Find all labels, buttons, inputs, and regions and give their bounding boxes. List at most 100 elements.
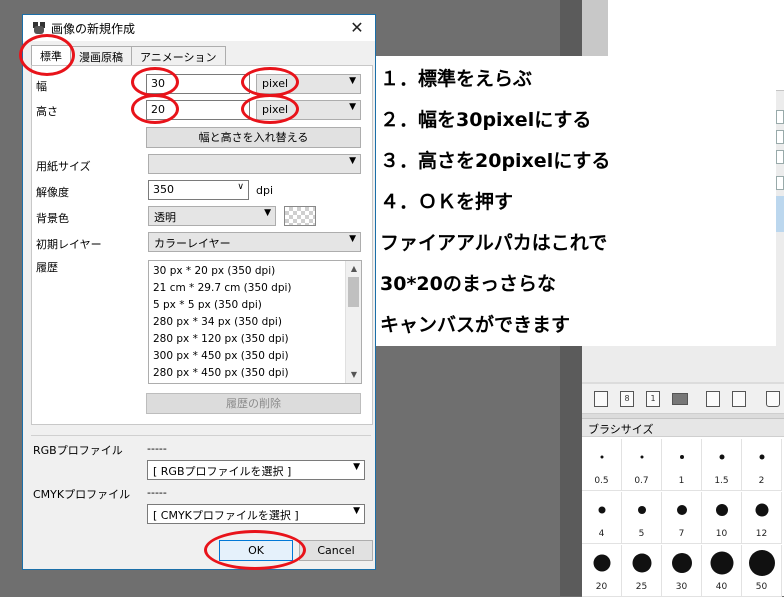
brush-size-cell[interactable]: 12 [742,492,782,544]
rgb-profile-label: RGBプロファイル [33,444,123,457]
cmyk-profile-select-value: [ CMYKプロファイルを選択 ] [153,509,299,522]
clear-history-button[interactable]: 履歴の削除 [146,393,361,414]
history-item[interactable]: 300 px * 450 px (350 dpi) [149,348,361,365]
dialog-title: 画像の新規作成 [51,21,136,36]
width-unit-select[interactable]: pixel ▼ [256,74,361,94]
history-item[interactable]: 30 px * 20 px (350 dpi) [149,263,361,280]
brush-size-label: 40 [715,582,728,592]
initial-layer-value: カラーレイヤー [154,237,231,250]
brush-size-cell[interactable]: 1 [662,439,702,491]
brush-dot-icon [759,454,764,460]
rgb-profile-current: ----- [147,442,167,455]
folder-icon[interactable] [672,393,688,405]
paper-size-select[interactable]: ▼ [148,154,361,174]
history-scrollbar[interactable]: ▲ ▼ [345,261,361,383]
resolution-unit: dpi [256,184,274,197]
alpaca-app-icon [33,22,45,34]
instruction-line: ファイアアルパカはこれで [380,232,608,254]
initial-layer-select[interactable]: カラーレイヤー ▼ [148,232,361,252]
history-label: 履歴 [36,261,58,274]
scroll-thumb[interactable] [348,277,359,307]
brush-size-cell[interactable]: 30 [662,545,702,597]
height-input[interactable]: 20 [146,100,250,120]
instruction-line: 30*20のまっさらな [380,273,557,295]
brush-size-label: 1 [678,476,685,486]
tab-animation[interactable]: アニメーション [131,46,226,65]
selected-layer-row[interactable] [776,196,784,232]
instruction-line: キャンバスができます [380,314,571,336]
width-unit-value: pixel [262,77,289,90]
instruction-line: ３．高さを20pixelにする [380,150,611,172]
layer-toolbar: 8 1 [582,384,784,414]
rgb-profile-select[interactable]: [ RGBプロファイルを選択 ] ▼ [147,460,365,480]
swap-dimensions-button[interactable]: 幅と高さを入れ替える [146,127,361,148]
new-1bit-layer-icon[interactable]: 1 [646,391,660,407]
bg-color-label: 背景色 [36,212,69,225]
brush-size-label: 0.5 [594,476,609,486]
initial-layer-label: 初期レイヤー [36,238,102,251]
tab-manga[interactable]: 漫画原稿 [70,46,132,65]
brush-dot-icon [676,505,687,515]
bg-color-select[interactable]: 透明 ▼ [148,206,276,226]
instruction-line: １．標準をえらぶ [380,68,533,90]
brush-size-label: 25 [635,582,648,592]
trash-icon[interactable] [766,391,780,407]
brush-size-cell[interactable]: 1.5 [702,439,742,491]
new-image-dialog: 画像の新規作成 ✕ 標準 漫画原稿 アニメーション 幅 30 pixel ▼ 高さ… [22,14,376,570]
brush-size-cell[interactable]: 2 [742,439,782,491]
cancel-button[interactable]: Cancel [299,540,373,561]
resolution-value: 350 [153,183,174,196]
brush-size-cell[interactable]: 40 [702,545,742,597]
brush-size-cell[interactable]: 5 [622,492,662,544]
width-input[interactable]: 30 [146,74,250,94]
instruction-line: ４．ＯＫを押す [380,191,514,213]
history-item[interactable]: 280 px * 120 px (350 dpi) [149,331,361,348]
chevron-down-icon: ▼ [353,462,360,472]
chevron-down-icon: ▼ [353,506,360,516]
resolution-combo[interactable]: 350 ∨ [148,180,249,200]
brush-dot-icon [748,550,775,576]
tab-standard[interactable]: 標準 [31,45,71,66]
instruction-line: ２．幅を30pixelにする [380,109,592,131]
panel-gray-block [582,0,608,58]
brush-size-label: 30 [675,582,688,592]
history-item[interactable]: 5 px * 5 px (350 dpi) [149,297,361,314]
history-item[interactable]: 280 px * 34 px (350 dpi) [149,314,361,331]
width-label: 幅 [36,80,47,93]
brush-size-label: 1.5 [714,476,729,486]
history-item[interactable]: 21 cm * 29.7 cm (350 dpi) [149,280,361,297]
scroll-up-icon[interactable]: ▲ [346,261,362,277]
brush-size-label: 4 [598,529,605,539]
close-icon[interactable]: ✕ [347,18,367,38]
cmyk-profile-select[interactable]: [ CMYKプロファイルを選択 ] ▼ [147,504,365,524]
copy-layer-icon[interactable] [706,391,720,407]
brush-size-label: 5 [638,529,645,539]
new-8bit-layer-icon[interactable]: 8 [620,391,634,407]
brush-size-cell[interactable]: 25 [622,545,662,597]
new-layer-icon[interactable] [594,391,608,407]
history-list[interactable]: 30 px * 20 px (350 dpi) 21 cm * 29.7 cm … [148,260,362,384]
brush-size-cell[interactable]: 50 [742,545,782,597]
merge-down-icon[interactable] [732,391,746,407]
brush-size-label: 10 [715,529,728,539]
brush-size-cell[interactable]: 20 [582,545,622,597]
brush-size-cell[interactable]: 10 [702,492,742,544]
transparent-swatch[interactable] [284,206,316,226]
history-item[interactable]: 280 px * 450 px (350 dpi) [149,365,361,382]
brush-size-cell[interactable]: 4 [582,492,622,544]
brush-panel-title: ブラシサイズ [582,419,784,437]
chevron-down-icon: ▼ [349,234,356,244]
brush-size-cell[interactable]: 0.7 [622,439,662,491]
cmyk-profile-label: CMYKプロファイル [33,488,131,501]
brush-size-cell[interactable]: 7 [662,492,702,544]
brush-dot-icon [671,553,692,573]
brush-size-panel: ブラシサイズ 0.5 0.7 1 1.5 2 4 5 7 10 12 20 25 30 40 50 [582,418,784,597]
brush-dot-icon [755,503,768,517]
scroll-down-icon[interactable]: ▼ [346,367,362,383]
brush-dot-icon [600,455,603,459]
ok-button[interactable]: OK [219,540,293,561]
dialog-tabs: 標準 漫画原稿 アニメーション [31,45,226,66]
height-unit-select[interactable]: pixel ▼ [256,100,361,120]
rgb-profile-select-value: [ RGBプロファイルを選択 ] [153,465,292,478]
brush-size-cell[interactable]: 0.5 [582,439,622,491]
